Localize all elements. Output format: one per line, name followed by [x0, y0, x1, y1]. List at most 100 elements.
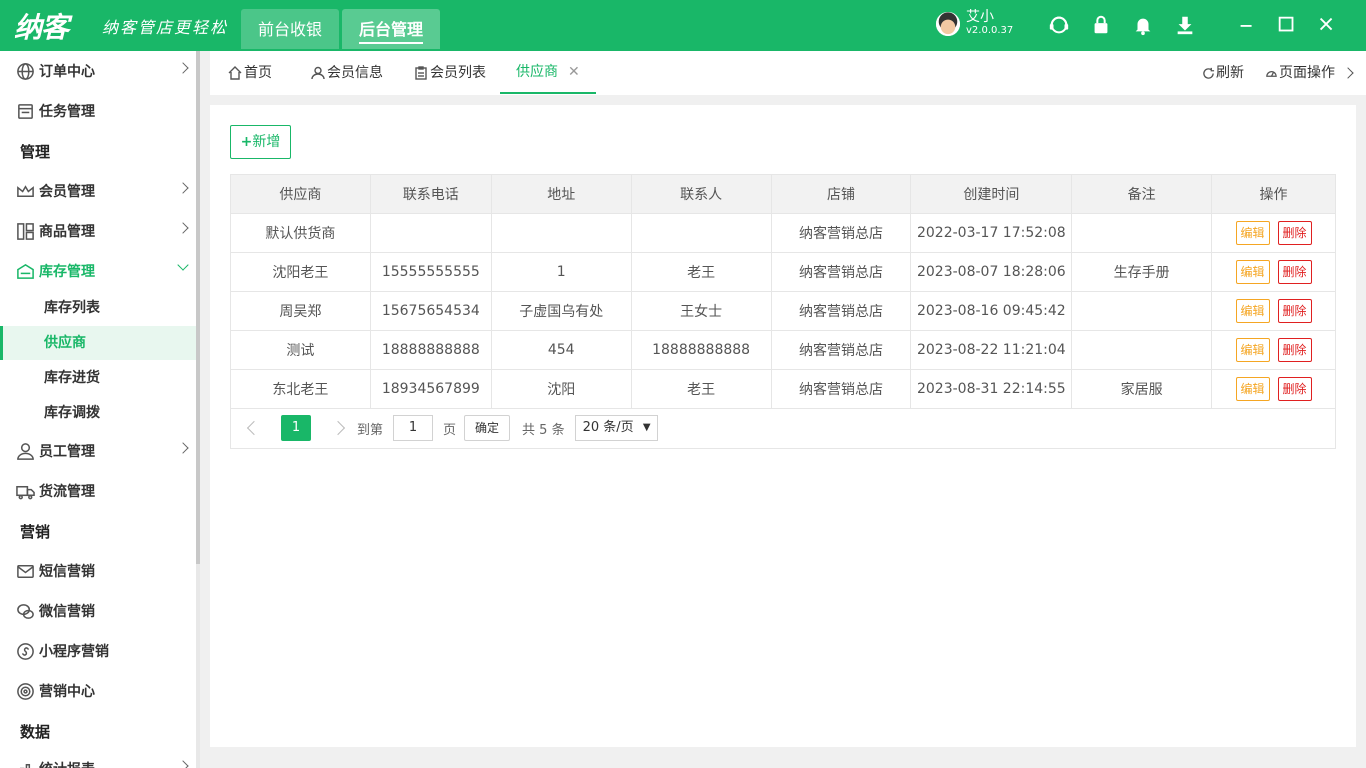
sidebar-sub-inventory-list[interactable]: 库存列表: [0, 291, 196, 325]
crown-icon: [15, 181, 35, 201]
table-cell: [630, 213, 772, 253]
delete-button[interactable]: 删除: [1277, 260, 1312, 284]
total-count: 共 5 条: [522, 422, 565, 438]
refresh-button[interactable]: 刷新: [1202, 51, 1244, 95]
actions-cell: 编辑 删除: [1211, 330, 1336, 370]
edit-button[interactable]: 编辑: [1235, 221, 1270, 245]
nav-front-cashier[interactable]: 前台收银: [241, 9, 340, 49]
sidebar-item-sms[interactable]: 短信营销: [0, 553, 196, 589]
actions-cell: 编辑 删除: [1211, 252, 1336, 292]
chevron-right-icon: [177, 222, 189, 234]
user-name: 艾小: [966, 9, 994, 25]
edit-button[interactable]: 编辑: [1235, 260, 1270, 284]
sidebar-sub-purchase[interactable]: 库存进货: [0, 361, 196, 395]
nav-backend-admin[interactable]: 后台管理: [342, 9, 441, 49]
table-cell: 测试: [230, 330, 371, 370]
table-cell: [490, 213, 632, 253]
page-size-select[interactable]: 20 条/页: [574, 415, 658, 441]
minimize-icon[interactable]: [1236, 14, 1258, 36]
close-tab-icon[interactable]: ✕: [568, 50, 580, 94]
sidebar-item-orders[interactable]: 订单中心: [0, 53, 196, 89]
sidebar-item-members[interactable]: 会员管理: [0, 173, 196, 209]
task-icon: [15, 101, 35, 121]
pagination: 1 到第 1 页 确定 共 5 条 20 条/页: [230, 408, 1336, 449]
sidebar-item-inventory[interactable]: 库存管理: [0, 253, 196, 289]
table-row: 沈阳老王 15555555555 1 老王 纳客营销总店 2023-08-07 …: [230, 252, 1336, 292]
page-number-input[interactable]: 1: [393, 415, 434, 441]
table-cell: 18934567899: [369, 369, 492, 409]
maximize-icon[interactable]: [1276, 14, 1298, 36]
clipboard-icon: [415, 65, 427, 80]
add-supplier-button[interactable]: +新增: [230, 125, 291, 159]
column-header: 操作: [1211, 174, 1336, 214]
delete-button[interactable]: 删除: [1277, 377, 1312, 401]
user-info[interactable]: 艾小 v2.0.0.37: [936, 10, 1013, 38]
tab-home[interactable]: 首页: [228, 51, 272, 94]
confirm-page-button[interactable]: 确定: [464, 415, 511, 441]
actions-cell: 编辑 删除: [1211, 213, 1336, 253]
sidebar-item-marketing-center[interactable]: 营销中心: [0, 673, 196, 709]
delete-button[interactable]: 删除: [1277, 299, 1312, 323]
download-icon[interactable]: [1174, 14, 1196, 36]
table-row: 东北老王 18934567899 沈阳 老王 纳客营销总店 2023-08-31…: [230, 369, 1336, 409]
delete-button[interactable]: 删除: [1277, 338, 1312, 362]
table-cell: 子虚国乌有处: [490, 291, 632, 331]
table-cell: 2023-08-07 18:28:06: [910, 252, 1073, 292]
column-header: 联系电话: [369, 174, 492, 214]
sidebar-item-miniapp[interactable]: 小程序营销: [0, 633, 196, 669]
main-panel: +新增 供应商 联系电话 地址 联系人 店铺 创建时间 备注 操作 默认供货商: [210, 105, 1356, 747]
table-cell: 2023-08-31 22:14:55: [910, 369, 1073, 409]
bell-icon[interactable]: [1132, 14, 1154, 36]
table-cell: 2023-08-16 09:45:42: [910, 291, 1073, 331]
sidebar-item-wechat[interactable]: 微信营销: [0, 593, 196, 629]
prev-page-icon[interactable]: [246, 420, 262, 436]
table-cell: 王女士: [630, 291, 772, 331]
lock-icon[interactable]: [1090, 14, 1112, 36]
table-cell: 纳客营销总店: [770, 252, 912, 292]
close-icon[interactable]: [1316, 14, 1338, 36]
column-header: 店铺: [770, 174, 912, 214]
tab-supplier[interactable]: 供应商 ✕: [500, 51, 596, 94]
slogan: 纳客管店更轻松: [102, 18, 229, 37]
table-header-row: 供应商 联系电话 地址 联系人 店铺 创建时间 备注 操作: [230, 174, 1336, 214]
table-cell: 家居服: [1071, 369, 1213, 409]
table-cell: 沈阳: [490, 369, 632, 409]
sidebar-item-reports[interactable]: 统计报表: [0, 751, 196, 768]
table-cell: [1071, 291, 1213, 331]
column-header: 联系人: [630, 174, 772, 214]
sidebar-item-goods[interactable]: 商品管理: [0, 213, 196, 249]
delete-button[interactable]: 删除: [1277, 221, 1312, 245]
chevron-right-icon: [177, 182, 189, 194]
table-cell: 纳客营销总店: [770, 330, 912, 370]
sidebar-item-staff[interactable]: 员工管理: [0, 433, 196, 469]
table-cell: 2023-08-22 11:21:04: [910, 330, 1073, 370]
user-icon: [311, 66, 325, 79]
tab-member-info[interactable]: 会员信息: [311, 51, 383, 94]
sidebar-sub-transfer[interactable]: 库存调拨: [0, 396, 196, 430]
sidebar-item-logistics[interactable]: 货流管理: [0, 473, 196, 509]
tab-member-list[interactable]: 会员列表: [414, 51, 486, 94]
mail-icon: [15, 561, 35, 581]
sidebar-group-data: 数据: [20, 723, 51, 741]
edit-button[interactable]: 编辑: [1235, 377, 1270, 401]
home-icon: [228, 65, 242, 80]
sidebar-scrollbar[interactable]: [196, 51, 200, 768]
support-icon[interactable]: [1048, 14, 1070, 36]
plus-icon: +: [240, 134, 253, 150]
wechat-icon: [15, 601, 35, 621]
page-ops-button[interactable]: 页面操作: [1265, 51, 1335, 95]
chevron-down-icon: [177, 259, 189, 271]
goods-icon: [15, 221, 35, 241]
next-page-icon[interactable]: [330, 420, 346, 436]
table-cell: 老王: [630, 369, 772, 409]
edit-button[interactable]: 编辑: [1235, 299, 1270, 323]
edit-button[interactable]: 编辑: [1235, 338, 1270, 362]
sidebar-group-manage: 管理: [20, 143, 51, 161]
table-cell: 18888888888: [369, 330, 492, 370]
column-header: 地址: [490, 174, 632, 214]
sidebar-item-tasks[interactable]: 任务管理: [0, 93, 196, 129]
current-page[interactable]: 1: [281, 415, 311, 441]
sidebar-sub-supplier[interactable]: 供应商: [0, 326, 196, 360]
table-cell: 15555555555: [369, 252, 492, 292]
tabs-scroll-right-button[interactable]: [1342, 51, 1358, 95]
